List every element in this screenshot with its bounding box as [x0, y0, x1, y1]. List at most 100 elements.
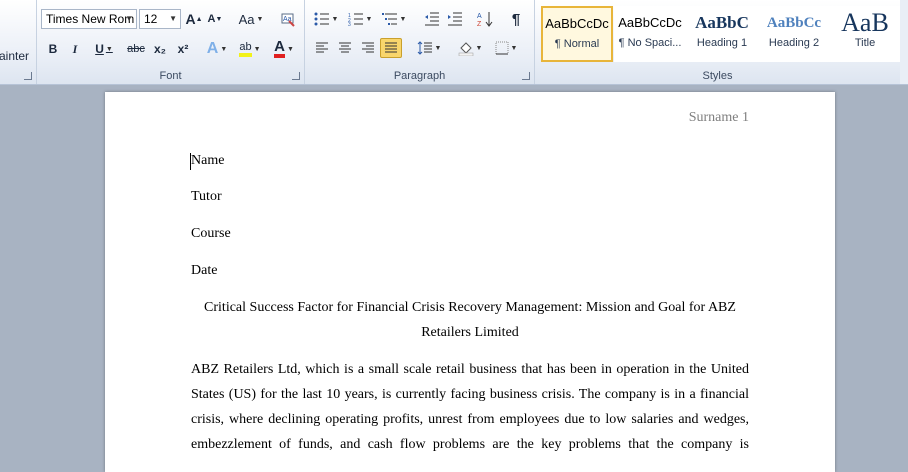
style-name: ¶ No Spaci...	[618, 37, 682, 49]
style-heading-1[interactable]: AaBbC Heading 1	[686, 6, 758, 62]
highlighter-icon: ab	[239, 41, 252, 57]
font-size-value: 12	[144, 12, 158, 26]
justify-button[interactable]	[380, 38, 402, 58]
change-case-button[interactable]: Aa ▼	[237, 9, 265, 29]
date-line: Date	[191, 263, 218, 278]
line-spacing-button[interactable]: ▼	[414, 38, 444, 58]
svg-text:A: A	[477, 13, 482, 20]
style-name: Heading 2	[768, 37, 820, 49]
decrease-indent-icon	[425, 12, 439, 26]
font-color-button[interactable]: A ▼	[269, 39, 299, 59]
font-dialog-launcher[interactable]	[292, 72, 300, 80]
grow-font-button[interactable]: A ▲	[184, 9, 204, 29]
bold-button[interactable]: B	[44, 39, 62, 59]
font-size-combo[interactable]: 12 ▼	[139, 9, 181, 29]
paragraph-group-label: Paragraph	[393, 70, 446, 82]
multilevel-list-button[interactable]: ▼	[379, 9, 409, 29]
increase-indent-button[interactable]	[444, 9, 466, 29]
subscript-button[interactable]: x₂	[150, 39, 170, 59]
strikethrough-button[interactable]: abc	[124, 39, 148, 59]
style-title[interactable]: AaB Title	[829, 6, 901, 62]
font-color-icon: A	[274, 39, 285, 58]
align-center-button[interactable]	[334, 38, 356, 58]
style-normal[interactable]: AaBbCcDc ¶ Normal	[541, 6, 613, 62]
clear-formatting-button[interactable]: Aa	[278, 9, 298, 29]
decrease-indent-button[interactable]	[421, 9, 443, 29]
highlight-button[interactable]: ab ▼	[235, 39, 265, 59]
course-line: Course	[191, 226, 231, 241]
shading-button[interactable]: ▼	[455, 38, 485, 58]
paint-bucket-icon	[458, 42, 473, 56]
text-effects-icon: A	[206, 40, 219, 57]
document-page[interactable]: Surname 1 Name Tutor Course Date Critica…	[105, 92, 835, 472]
style-name: Heading 1	[696, 37, 748, 49]
show-formatting-button[interactable]: ¶	[505, 9, 527, 29]
font-group: Times New Rom ▼ 12 ▼ A ▲ A ▼ Aa ▼ Aa B I U ▼…	[37, 0, 305, 84]
numbered-list-icon: 123	[348, 13, 363, 26]
align-right-button[interactable]	[357, 38, 379, 58]
sort-button[interactable]: AZ	[474, 9, 496, 29]
superscript-button[interactable]: x²	[173, 39, 193, 59]
italic-icon: I	[72, 41, 78, 56]
format-painter-button[interactable]: ainter	[0, 46, 32, 66]
text-effects-button[interactable]: A ▼	[203, 39, 231, 59]
line-spacing-icon	[417, 41, 432, 55]
borders-button[interactable]: ▼	[491, 38, 521, 58]
eraser-icon: Aa	[281, 13, 295, 27]
align-left-icon	[316, 42, 328, 53]
clipboard-group: ainter	[0, 0, 37, 84]
paragraph-dialog-launcher[interactable]	[522, 72, 530, 80]
format-painter-label: ainter	[0, 49, 30, 63]
multilevel-list-icon	[381, 13, 397, 25]
svg-text:3: 3	[348, 22, 351, 26]
align-left-button[interactable]	[311, 38, 333, 58]
style-preview: AaBbCc	[766, 15, 822, 31]
svg-text:Z: Z	[477, 21, 482, 27]
shrink-font-button[interactable]: A ▼	[205, 9, 225, 29]
subscript-icon: x₂	[153, 42, 166, 56]
strikethrough-icon: abc	[127, 43, 145, 55]
styles-group: AaBbCcDc ¶ Normal AaBbCcDc ¶ No Spaci...…	[535, 0, 901, 84]
pilcrow-icon: ¶	[511, 10, 521, 28]
font-name-combo[interactable]: Times New Rom ▼	[41, 9, 137, 29]
justify-icon	[385, 42, 397, 53]
style-name: ¶ Normal	[554, 38, 600, 50]
align-right-icon	[362, 42, 374, 53]
superscript-icon: x²	[177, 42, 189, 56]
grow-font-icon: A	[185, 11, 196, 27]
paragraph-group: ▼ 1 2 3 ▼ ▼ AZ ¶ ▼ ▼ ▼ Paragraph	[305, 0, 535, 84]
change-case-icon: Aa	[238, 11, 255, 27]
underline-button[interactable]: U ▼	[89, 39, 119, 59]
bullets-button[interactable]: ▼	[311, 9, 341, 29]
style-preview: AaBbC	[695, 13, 749, 32]
bold-icon: B	[48, 42, 58, 56]
increase-indent-icon	[448, 12, 462, 26]
style-name: Title	[854, 37, 876, 49]
chevron-down-icon: ▼	[169, 14, 177, 23]
numbering-button[interactable]: 1 2 3 ▼	[345, 9, 375, 29]
paragraph-line: ABZ Retailers Ltd, which is a small scal…	[191, 362, 749, 377]
bullet-list-icon	[314, 12, 329, 26]
style-no-spacing[interactable]: AaBbCcDc ¶ No Spaci...	[614, 6, 686, 62]
chevron-down-icon: ▼	[125, 14, 133, 23]
sort-icon: AZ	[477, 12, 493, 27]
paragraph-line: States (US) for the last 10 years, is cu…	[191, 387, 749, 402]
styles-group-label: Styles	[702, 70, 733, 82]
styles-scroll[interactable]	[900, 0, 908, 84]
italic-button[interactable]: I	[66, 39, 84, 59]
style-preview: AaB	[841, 8, 889, 37]
align-center-icon	[339, 42, 351, 53]
style-heading-2[interactable]: AaBbCc Heading 2	[758, 6, 830, 62]
clipboard-dialog-launcher[interactable]	[24, 72, 32, 80]
page-header: Surname 1	[688, 110, 749, 125]
style-preview: AaBbCcDc	[618, 15, 682, 30]
font-name-value: Times New Rom	[46, 12, 135, 26]
ribbon: ainter Times New Rom ▼ 12 ▼ A ▲ A ▼ Aa ▼ Aa…	[0, 0, 908, 85]
underline-icon: U	[95, 42, 104, 56]
paragraph-line: embezzlement of funds, and cash flow pro…	[191, 437, 749, 452]
shrink-font-icon: A	[207, 13, 216, 25]
paragraph-line: crisis, where declining operating profit…	[191, 412, 749, 427]
style-preview: AaBbCcDc	[545, 16, 609, 31]
tutor-line: Tutor	[191, 189, 222, 204]
borders-icon	[495, 41, 509, 55]
